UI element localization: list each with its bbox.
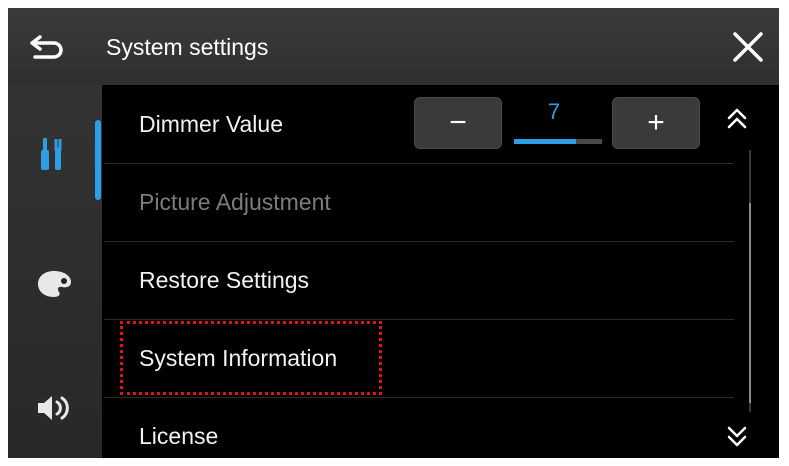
dimmer-value-label: Dimmer Value <box>139 111 283 137</box>
sidebar <box>8 85 102 458</box>
tools-icon <box>41 138 62 170</box>
dimmer-level-bar <box>514 139 602 144</box>
row-picture-adjustment: Picture Adjustment <box>104 163 734 242</box>
scroll-up-button[interactable] <box>722 104 752 134</box>
back-button[interactable] <box>30 28 70 66</box>
sidebar-item-system[interactable] <box>8 95 102 205</box>
double-chevron-up-icon <box>727 108 747 129</box>
active-indicator <box>95 120 101 200</box>
sidebar-item-theme[interactable] <box>8 225 102 335</box>
speaker-icon <box>38 396 69 420</box>
license-label: License <box>139 423 219 449</box>
dimmer-level-fill <box>514 139 576 144</box>
row-restore-settings[interactable]: Restore Settings <box>104 241 734 320</box>
restore-settings-label: Restore Settings <box>139 267 310 293</box>
sidebar-item-sound[interactable] <box>8 350 102 458</box>
row-license[interactable]: License <box>104 397 734 458</box>
back-arrow-icon <box>30 35 63 59</box>
scroll-down-button[interactable] <box>722 421 752 451</box>
page-title: System settings <box>106 34 269 60</box>
close-button[interactable] <box>729 28 767 66</box>
header-bar: System settings <box>8 8 779 85</box>
palette-icon <box>38 271 71 297</box>
dimmer-value-display: 7 <box>547 99 561 124</box>
scrollbar-thumb[interactable] <box>749 203 751 403</box>
row-dimmer-value: Dimmer Value − 7 + <box>104 85 734 164</box>
double-chevron-down-icon <box>727 426 747 447</box>
settings-list: Dimmer Value − 7 + Picture Adjustment Re… <box>104 85 734 458</box>
dimmer-increase-button[interactable]: + <box>612 97 700 149</box>
plus-icon: + <box>647 106 665 139</box>
picture-adjustment-label: Picture Adjustment <box>139 189 331 215</box>
minus-icon: − <box>449 106 467 139</box>
row-system-information[interactable]: System Information <box>104 319 734 398</box>
system-information-label: System Information <box>139 345 338 371</box>
close-icon <box>733 32 763 62</box>
dimmer-decrease-button[interactable]: − <box>414 97 502 149</box>
screen: System settings Dimmer Value − 7 + Pictu… <box>8 8 779 458</box>
